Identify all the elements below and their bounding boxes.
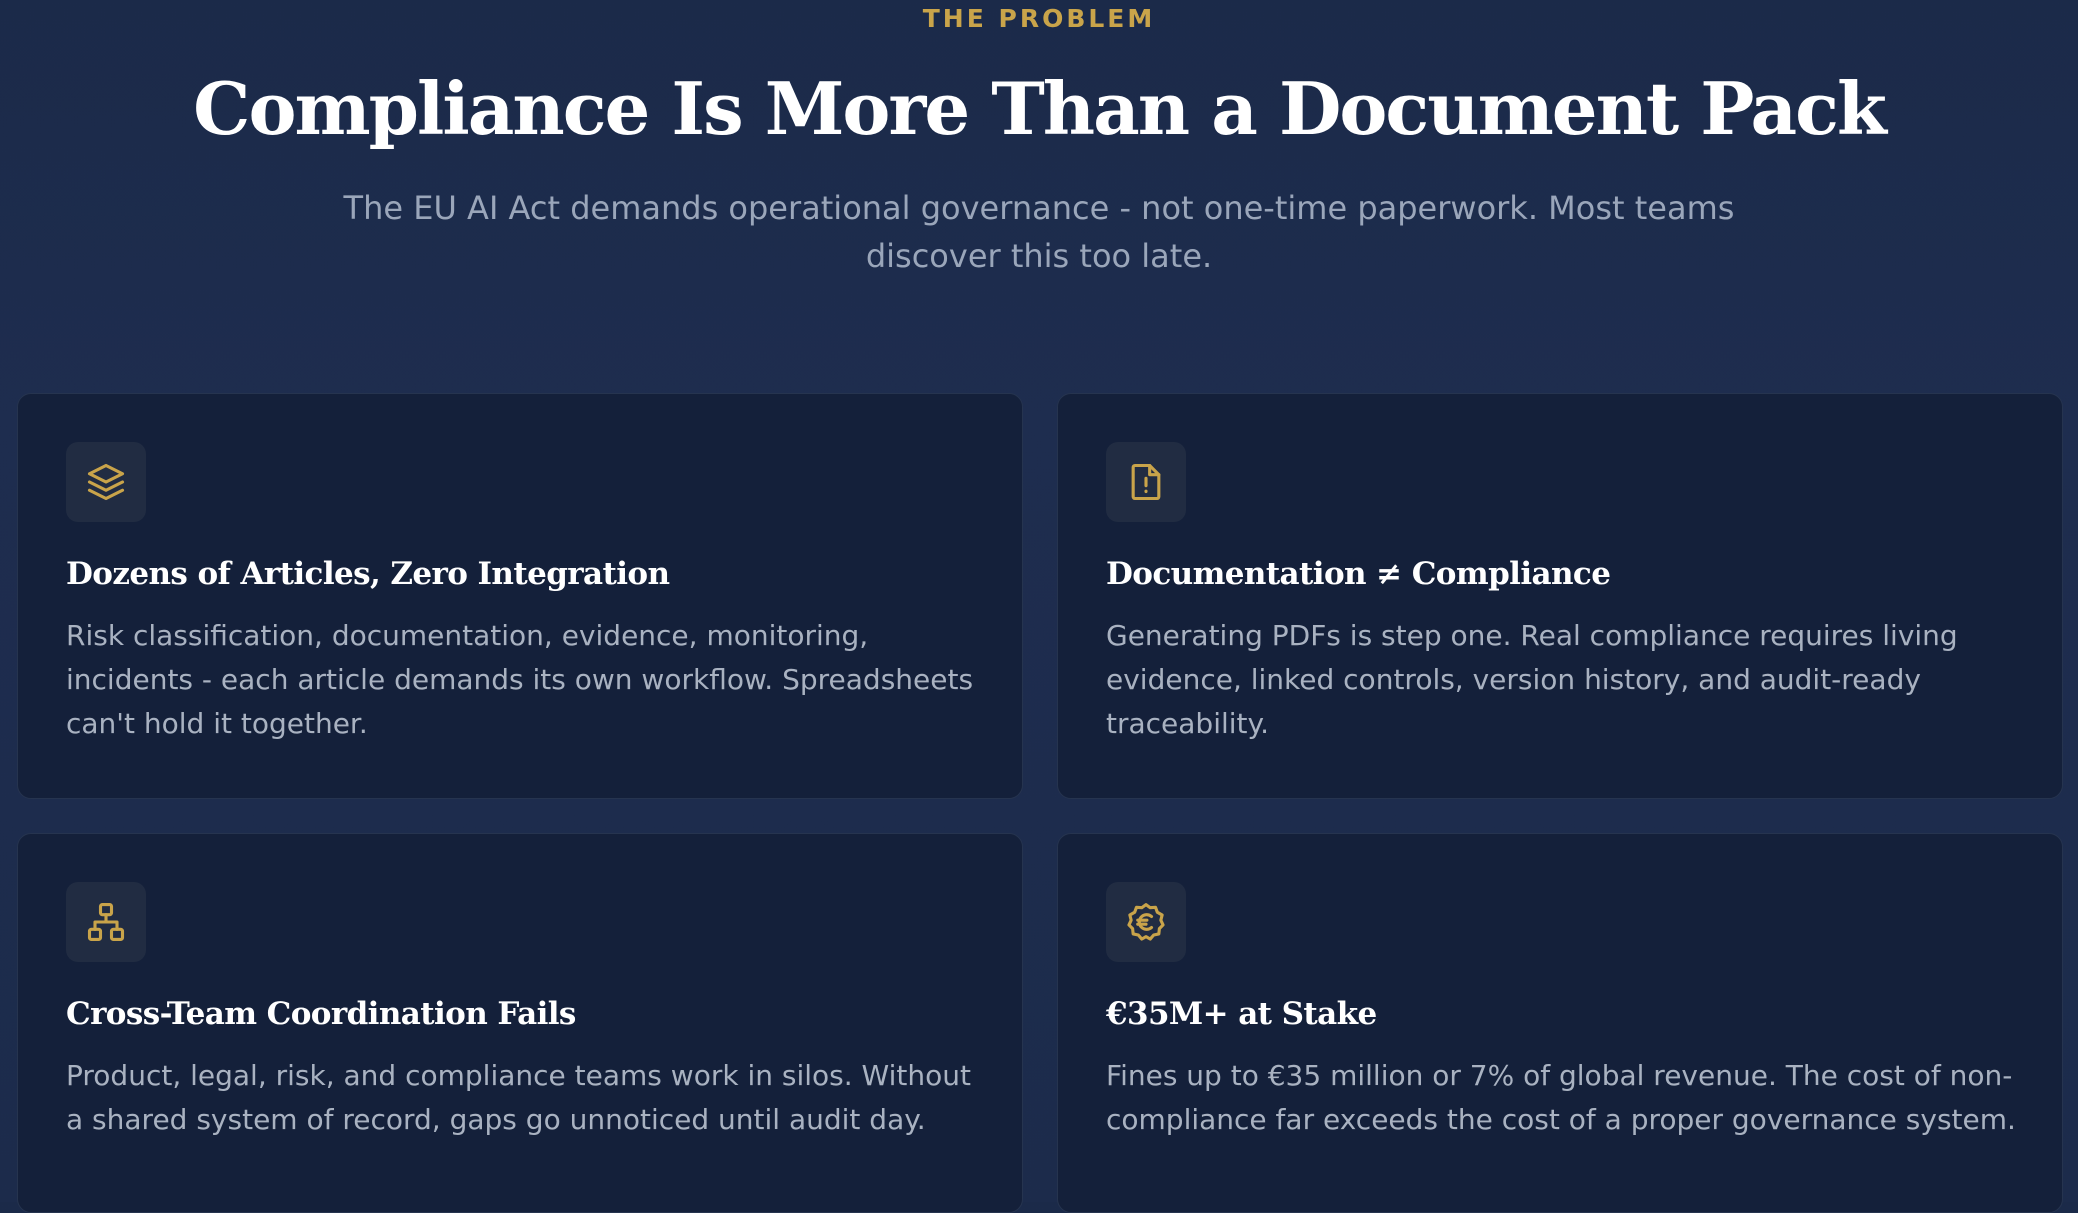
- card-description: Fines up to €35 million or 7% of global …: [1106, 1059, 2016, 1136]
- card-title: Cross-Team Coordination Fails: [66, 996, 576, 1032]
- layers-icon: [66, 442, 146, 522]
- section-title: Compliance Is More Than a Document Pack: [193, 66, 1887, 151]
- network-icon: [66, 882, 146, 962]
- problem-card-articles: Dozens of Articles, Zero Integration Ris…: [17, 393, 1023, 799]
- section-subtitle: The EU AI Act demands operational govern…: [343, 189, 1735, 275]
- card-title: Documentation ≠ Compliance: [1106, 556, 1611, 592]
- file-alert-icon: [1106, 442, 1186, 522]
- problem-card-coordination: Cross-Team Coordination Fails Product, l…: [17, 833, 1023, 1213]
- card-description: Generating PDFs is step one. Real compli…: [1106, 619, 1958, 740]
- card-description: Risk classification, documentation, evid…: [66, 619, 974, 740]
- card-title: Dozens of Articles, Zero Integration: [66, 556, 670, 592]
- section-eyebrow: THE PROBLEM: [922, 4, 1156, 33]
- problem-card-fines: €35M+ at Stake Fines up to €35 million o…: [1057, 833, 2063, 1213]
- problem-card-documentation: Documentation ≠ Compliance Generating PD…: [1057, 393, 2063, 799]
- card-title: €35M+ at Stake: [1106, 996, 1377, 1032]
- euro-badge-icon: [1106, 882, 1186, 962]
- card-description: Product, legal, risk, and compliance tea…: [66, 1059, 971, 1136]
